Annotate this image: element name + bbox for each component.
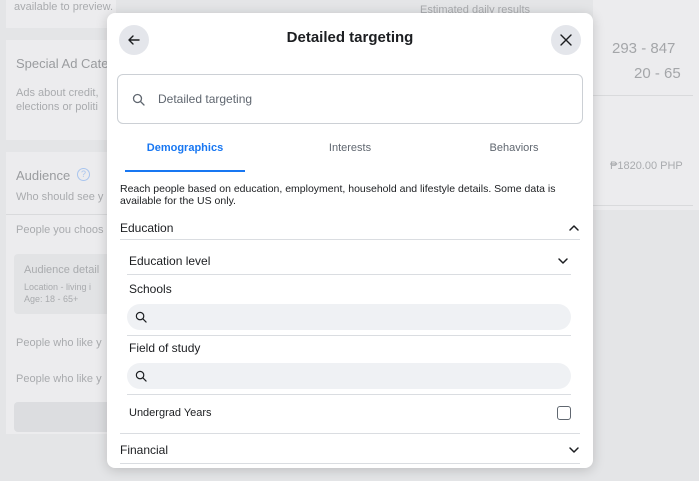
education-level-row[interactable]: Education level (129, 251, 569, 271)
close-icon (560, 34, 572, 46)
bg-special-ad-desc: Ads about credit, (16, 87, 99, 99)
divider (120, 239, 580, 240)
bg-special-ad-title: Special Ad Cate (16, 56, 109, 71)
schools-row: Schools (129, 279, 569, 299)
bg-people-choose: People you choos (16, 224, 104, 236)
tab-interests-label: Interests (328, 142, 372, 154)
bg-age: Age: 18 - 65+ (24, 294, 79, 304)
schools-search-input[interactable] (127, 304, 571, 330)
chevron-down-icon (569, 447, 579, 453)
tab-interests[interactable]: Interests (290, 138, 410, 172)
bg-right-card (593, 0, 699, 210)
search-icon (135, 370, 147, 382)
bg-people-like-1: People who like y (16, 337, 102, 349)
search-placeholder: Detailed targeting (158, 92, 253, 106)
divider (120, 463, 580, 464)
undergrad-years-checkbox[interactable] (557, 406, 571, 420)
bg-divider-right (593, 95, 693, 96)
bg-special-ad-desc-2: elections or politi (16, 101, 98, 113)
detailed-targeting-search-input[interactable]: Detailed targeting (117, 74, 583, 124)
targeting-tabs: Demographics Interests Behaviors (107, 138, 593, 172)
tab-description: Reach people based on education, employm… (120, 183, 556, 207)
field-of-study-search-input[interactable] (127, 363, 571, 389)
modal-title: Detailed targeting (286, 29, 414, 46)
bg-range-1: 293 - 847 (612, 40, 676, 57)
close-button[interactable] (551, 25, 581, 55)
detailed-targeting-modal: Detailed targeting Detailed targeting De… (107, 13, 593, 468)
chevron-up-icon (569, 225, 579, 231)
tab-behaviors[interactable]: Behaviors (454, 138, 574, 172)
search-icon (132, 91, 148, 107)
bg-divider-right-2 (593, 205, 693, 206)
chevron-down-icon (558, 258, 568, 264)
bg-location: Location - living i (24, 282, 92, 292)
divider (127, 274, 571, 275)
bg-audience-sub: Who should see y (16, 191, 104, 203)
info-icon: ? (77, 168, 90, 181)
schools-label: Schools (129, 282, 172, 296)
field-of-study-label: Field of study (129, 341, 201, 355)
bg-audience-details: Audience detail (24, 264, 100, 276)
education-section-header[interactable]: Education (120, 218, 580, 238)
financial-label: Financial (120, 443, 169, 457)
bg-audience-title: Audience (16, 168, 71, 183)
bg-budget: ₱1820.00 PHP (610, 160, 683, 172)
bg-preview-text: available to preview. (14, 1, 114, 13)
tab-demographics[interactable]: Demographics (125, 138, 245, 172)
education-level-label: Education level (129, 254, 211, 268)
divider (127, 394, 571, 395)
bg-divider (6, 214, 116, 215)
undergrad-years-row[interactable]: Undergrad Years (129, 403, 571, 423)
active-tab-indicator (125, 170, 245, 172)
undergrad-years-label: Undergrad Years (129, 407, 212, 419)
bg-range-2: 20 - 65 (634, 65, 681, 82)
tab-demographics-label: Demographics (146, 142, 224, 154)
bg-people-like-2: People who like y (16, 373, 102, 385)
field-of-study-row: Field of study (129, 338, 569, 358)
financial-section-header[interactable]: Financial (120, 440, 580, 460)
bg-button (14, 402, 114, 432)
divider (120, 433, 580, 434)
search-icon (135, 311, 147, 323)
divider (127, 335, 571, 336)
education-label: Education (120, 221, 174, 235)
tab-behaviors-label: Behaviors (489, 142, 539, 154)
